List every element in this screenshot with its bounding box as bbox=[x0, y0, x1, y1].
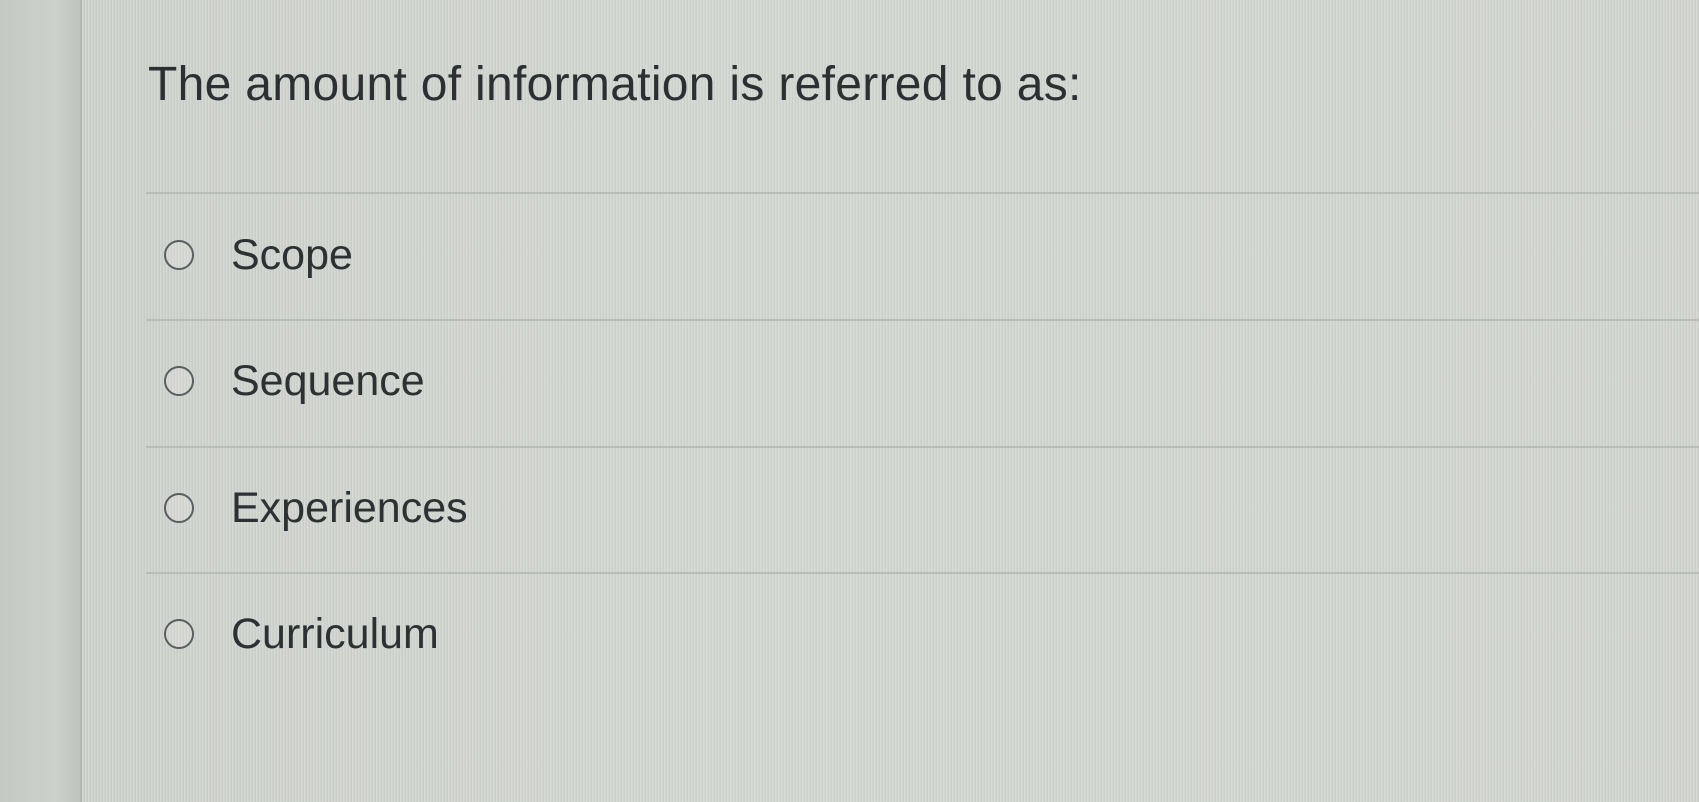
option-experiences[interactable]: Experiences bbox=[164, 473, 764, 543]
quiz-question-panel: The amount of information is referred to… bbox=[82, 0, 1699, 802]
option-label: Sequence bbox=[231, 357, 425, 405]
option-sequence[interactable]: Sequence bbox=[164, 346, 764, 416]
option-label: Experiences bbox=[231, 484, 468, 532]
radio-button-icon[interactable] bbox=[164, 240, 194, 270]
option-curriculum[interactable]: Curriculum bbox=[164, 599, 764, 669]
option-label: Curriculum bbox=[231, 610, 439, 658]
divider bbox=[146, 446, 1699, 448]
radio-button-icon[interactable] bbox=[164, 493, 194, 523]
left-margin bbox=[0, 0, 80, 802]
radio-button-icon[interactable] bbox=[164, 366, 194, 396]
divider bbox=[146, 572, 1699, 574]
divider bbox=[146, 319, 1699, 321]
option-label: Scope bbox=[231, 231, 353, 279]
divider bbox=[146, 192, 1699, 194]
option-scope[interactable]: Scope bbox=[164, 220, 764, 290]
radio-button-icon[interactable] bbox=[164, 619, 194, 649]
question-title: The amount of information is referred to… bbox=[148, 58, 1082, 111]
